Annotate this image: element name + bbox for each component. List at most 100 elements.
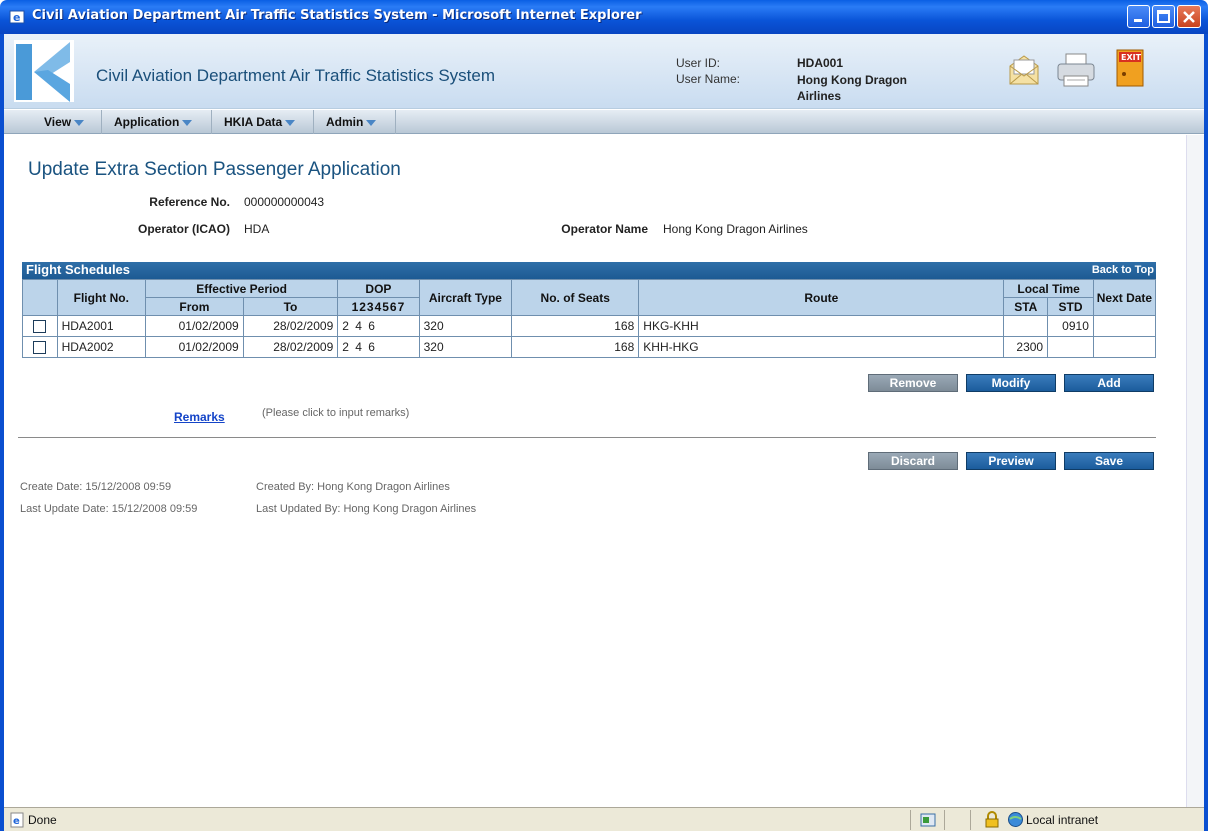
select-column-header	[22, 279, 58, 316]
remarks-link[interactable]: Remarks	[174, 410, 225, 424]
seats-header: No. of Seats	[511, 279, 640, 316]
vertical-scrollbar[interactable]	[1186, 135, 1204, 807]
row-checkbox[interactable]	[33, 320, 47, 334]
dop-cell: 2 4 6	[337, 336, 420, 358]
flight-schedules-title: Flight Schedules	[26, 262, 131, 277]
preview-button[interactable]: Preview	[966, 452, 1056, 470]
aircraft-cell: 320	[418, 315, 513, 337]
remarks-hint: (Please click to input remarks)	[262, 407, 410, 419]
flight-no-cell: HDA2001	[56, 315, 147, 337]
effective-period-header: Effective Period	[145, 279, 339, 298]
flight-schedules-header: Flight Schedules Back to Top	[22, 262, 1156, 279]
ie-icon: e	[9, 10, 25, 24]
minimize-button[interactable]	[1127, 5, 1150, 28]
minimize-icon	[1134, 19, 1142, 22]
user-name-value: Hong Kong Dragon Airlines	[797, 73, 907, 103]
menu-application-label: Application	[114, 115, 180, 129]
user-id-label: User ID:	[676, 56, 721, 70]
dop-header: DOP	[337, 279, 420, 298]
lock-icon	[985, 811, 999, 828]
menu-admin-label: Admin	[326, 115, 364, 129]
modify-button[interactable]: Modify	[966, 374, 1056, 392]
menu-admin[interactable]: Admin	[314, 110, 396, 134]
printer-icon[interactable]	[1054, 48, 1098, 92]
to-cell: 28/02/2009	[242, 315, 339, 337]
save-button[interactable]: Save	[1064, 452, 1154, 470]
row-checkbox-cell[interactable]	[22, 315, 58, 337]
close-button[interactable]	[1177, 5, 1201, 28]
operator-name-value: Hong Kong Dragon Airlines	[663, 222, 808, 236]
last-update-date: Last Update Date: 15/12/2008 09:59	[20, 503, 198, 515]
route-cell: HKG-KHH	[638, 315, 1005, 337]
to-cell: 28/02/2009	[242, 336, 339, 358]
menu-hkia-data-label: HKIA Data	[224, 115, 283, 129]
std-cell	[1047, 336, 1094, 358]
maximize-button[interactable]	[1152, 5, 1175, 28]
menu-application[interactable]: Application	[102, 110, 212, 134]
cad-logo-icon	[14, 40, 74, 102]
table-row: HDA2002 01/02/2009 28/02/2009 2 4 6 320 …	[22, 336, 1157, 358]
created-by: Created By: Hong Kong Dragon Airlines	[256, 481, 450, 493]
next-date-header: Next Date	[1092, 279, 1157, 316]
flight-no-cell: HDA2002	[56, 336, 147, 358]
remove-button[interactable]: Remove	[868, 374, 958, 392]
status-separator	[910, 810, 911, 830]
window-frame-right	[1204, 34, 1208, 831]
chevron-down-icon	[182, 119, 193, 126]
discard-button[interactable]: Discard	[868, 452, 958, 470]
status-separator	[970, 810, 971, 830]
chevron-down-icon	[285, 119, 296, 126]
next-date-header-label: Next Date	[1096, 290, 1153, 305]
flight-schedules-section: Flight Schedules Back to Top Flight No. …	[22, 262, 1157, 358]
divider	[18, 437, 1156, 438]
window-titlebar: e Civil Aviation Department Air Traffic …	[0, 0, 1208, 34]
add-button[interactable]: Add	[1064, 374, 1154, 392]
maximize-icon	[1157, 10, 1170, 23]
next-date-cell	[1092, 336, 1157, 358]
row-checkbox-cell[interactable]	[22, 336, 58, 358]
globe-icon	[1008, 812, 1023, 827]
std-header: STD	[1047, 297, 1094, 316]
route-cell: KHH-HKG	[638, 336, 1005, 358]
exit-icon[interactable]: EXIT	[1111, 46, 1151, 90]
sta-header: STA	[1003, 297, 1049, 316]
menu-view[interactable]: View	[32, 110, 102, 134]
window-title: Civil Aviation Department Air Traffic St…	[32, 8, 642, 23]
page-title: Update Extra Section Passenger Applicati…	[28, 159, 401, 180]
reference-value: 000000000043	[244, 195, 325, 209]
from-cell: 01/02/2009	[145, 336, 244, 358]
operator-icao-label: Operator (ICAO)	[137, 222, 230, 236]
sta-cell	[1003, 315, 1049, 337]
to-header: To	[242, 297, 339, 316]
exit-icon-label: EXIT	[1121, 53, 1142, 62]
route-header: Route	[638, 279, 1005, 316]
operator-name-label: Operator Name	[561, 222, 648, 236]
popup-blocker-icon	[920, 813, 936, 827]
status-text: Done	[28, 813, 57, 827]
svg-text:e: e	[13, 816, 20, 827]
dop-cell: 2 4 6	[337, 315, 420, 337]
next-date-cell	[1092, 315, 1157, 337]
status-separator	[944, 810, 945, 830]
from-cell: 01/02/2009	[145, 315, 244, 337]
row-checkbox[interactable]	[33, 341, 47, 355]
svg-text:e: e	[13, 11, 20, 24]
last-updated-by: Last Updated By: Hong Kong Dragon Airlin…	[256, 503, 477, 515]
ie-page-icon: e	[10, 812, 24, 828]
aircraft-type-header: Aircraft Type	[418, 279, 513, 316]
user-name-label: User Name:	[676, 72, 741, 86]
menu-hkia-data[interactable]: HKIA Data	[212, 110, 314, 134]
status-bar: e Done Local intranet	[4, 807, 1204, 831]
chevron-down-icon	[366, 119, 377, 126]
flight-no-header: Flight No.	[56, 279, 147, 316]
seats-cell: 168	[511, 315, 640, 337]
app-header: Civil Aviation Department Air Traffic St…	[4, 34, 1204, 109]
sta-cell: 2300	[1003, 336, 1049, 358]
mail-icon[interactable]	[1004, 48, 1044, 92]
close-icon	[1183, 11, 1195, 23]
operator-icao-value: HDA	[244, 222, 270, 236]
create-date: Create Date: 15/12/2008 09:59	[20, 481, 172, 493]
back-to-top-link[interactable]: Back to Top	[1092, 264, 1154, 276]
local-time-header: Local Time	[1003, 279, 1094, 298]
menu-view-label: View	[44, 115, 72, 129]
